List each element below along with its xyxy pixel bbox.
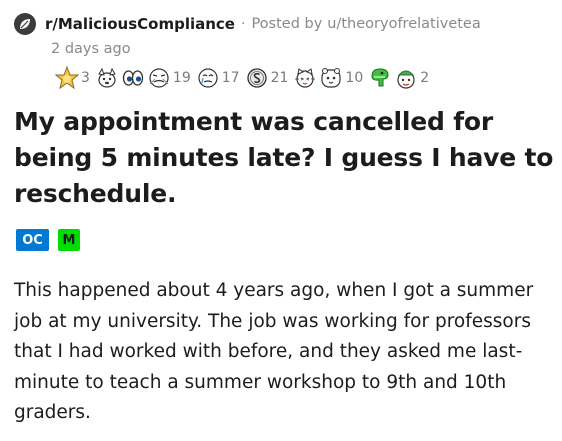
- award-count: 10: [345, 70, 364, 86]
- award-item[interactable]: [368, 66, 392, 90]
- leaf-icon: [20, 19, 30, 29]
- m-flair-badge[interactable]: M: [58, 229, 80, 251]
- dino-award-icon: [371, 68, 389, 87]
- awards-row: 3 19 17 21 10 2: [55, 64, 434, 92]
- award-item[interactable]: 21: [245, 66, 292, 90]
- award-item[interactable]: [293, 66, 317, 90]
- post-title[interactable]: My appointment was cancelled for being 5…: [14, 104, 554, 212]
- post-header: r/MaliciousCompliance · Posted by u/theo…: [14, 12, 481, 36]
- award-item[interactable]: [95, 66, 119, 90]
- award-item[interactable]: [121, 66, 145, 90]
- eyes-award-icon: [122, 70, 144, 86]
- posted-by-label: Posted by: [251, 16, 323, 32]
- post-flairs: OC M: [16, 229, 89, 251]
- cat-award-icon: [295, 68, 316, 88]
- award-item[interactable]: 19: [147, 66, 194, 90]
- author-username[interactable]: u/theoryofrelativetea: [327, 16, 480, 32]
- award-count: 3: [81, 70, 90, 86]
- award-count: 2: [420, 70, 430, 86]
- party-face-award-icon: [397, 70, 415, 89]
- post-timestamp: 2 days ago: [51, 41, 131, 57]
- award-item[interactable]: 10: [319, 66, 366, 90]
- hamster-award-icon: [321, 68, 342, 88]
- post-body: This happened about 4 years ago, when I …: [14, 280, 534, 423]
- oc-flair-badge[interactable]: OC: [16, 229, 49, 251]
- dog-award-icon: [98, 67, 116, 88]
- coin-award-icon: [246, 68, 267, 88]
- award-item[interactable]: 17: [196, 66, 243, 90]
- award-count: 19: [172, 70, 191, 86]
- header-separator: ·: [240, 16, 246, 32]
- award-item[interactable]: 3: [55, 66, 93, 90]
- award-count: 21: [270, 70, 289, 86]
- face-award-icon: [149, 68, 169, 88]
- subreddit-icon[interactable]: [14, 13, 36, 35]
- award-item[interactable]: 2: [394, 66, 432, 90]
- subreddit-name[interactable]: r/MaliciousCompliance: [45, 15, 235, 33]
- award-count: 17: [221, 70, 240, 86]
- silver-star-award-icon: [55, 66, 79, 90]
- crying-face-award-icon: [198, 68, 218, 88]
